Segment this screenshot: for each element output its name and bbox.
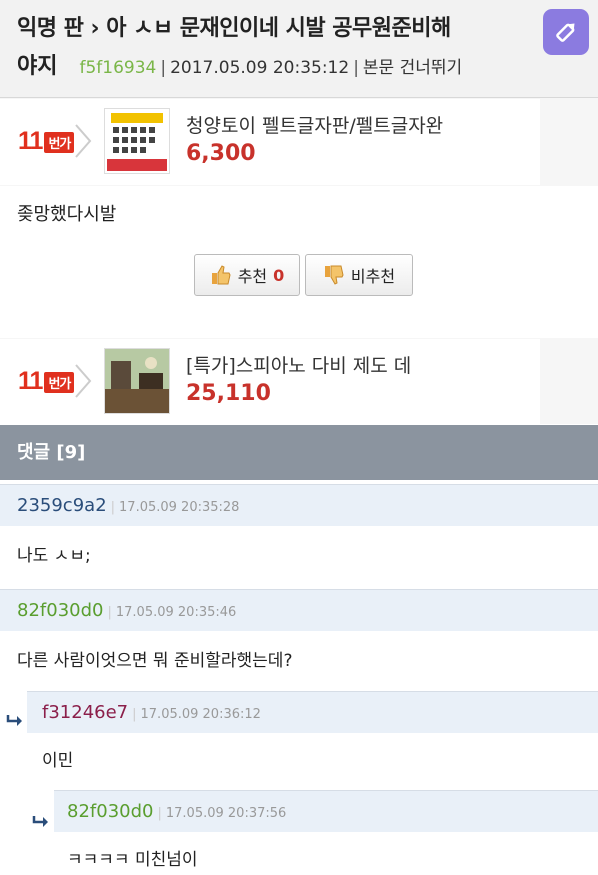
upvote-button[interactable]: 추천 0 [194,254,300,296]
downvote-label: 비추천 [350,267,396,286]
chevron-right-icon [75,124,92,158]
meta-separator: | [110,500,116,515]
ad-product-image [104,348,170,414]
ad-banner[interactable]: 11 번가 청양토이 펠트글자판/펠트글자완 6,300 [0,99,540,185]
comment-author-id[interactable]: 2359c9a2 [17,495,107,516]
comment-text: 다른 사람이엇으면 뭐 준비할라햇는데? [17,651,293,671]
author-id[interactable]: f5f16934 [79,49,156,87]
upvote-label: 추천 [237,267,268,286]
comment-header: 82f030d0 | 17.05.09 20:37:56 [54,790,598,832]
comment-date: 17.05.09 20:36:12 [140,707,261,722]
comment-date: 17.05.09 20:37:56 [165,806,287,821]
upvote-count: 0 [273,265,285,285]
post-date: 2017.05.09 20:35:12 [170,58,350,78]
meta-separator: | [353,58,359,78]
ad-logo: 11 번가 [18,367,75,396]
comment-text: 이민 [42,751,74,771]
ad-logo-number: 11 [18,127,43,155]
comment-author-id[interactable]: 82f030d0 [67,801,153,822]
comment-author-id[interactable]: 82f030d0 [17,600,103,621]
comment-header: f31246e7 | 17.05.09 20:36:12 [27,691,598,733]
comment-date: 17.05.09 20:35:28 [119,500,240,515]
ad-logo-number: 11 [18,367,43,395]
ad-logo-tag: 번가 [44,371,75,393]
ad-product-name: [특가]스피아노 다비 제도 데 [186,355,412,377]
meta-separator: | [132,707,137,722]
ad-logo-tag: 번가 [44,131,75,153]
post-title: 익명 판 › 아 ㅅㅂ 문재인이네 시발 공무원준비해 [17,16,451,41]
post-body: 좆망했다시발 [17,204,117,225]
post-title-continued: 야지 [17,54,58,79]
comments-header: 댓글 [9] [0,425,598,480]
chevron-right-icon [75,364,92,398]
skip-body-link[interactable]: 본문 건너뛰기 [363,49,462,87]
thumbs-down-icon [324,265,344,285]
comment-header: 82f030d0 | 17.05.09 20:35:46 [0,589,598,631]
ad-product-price: 25,110 [186,381,271,406]
ad-product-price: 6,300 [186,141,256,166]
thumbs-up-icon [211,265,231,285]
comment-header: 2359c9a2 | 17.05.09 20:35:28 [0,484,598,526]
comment-text: 나도 ㅅㅂ; [17,546,91,566]
comment-author-id[interactable]: f31246e7 [42,702,128,723]
post-meta: 야지 f5f16934 | 2017.05.09 20:35:12 | 본문 건… [17,48,462,87]
downvote-button[interactable]: 비추천 [305,254,413,296]
ad-banner[interactable]: 11 번가 [특가]스피아노 다비 제도 데 25,110 [0,339,540,425]
reply-arrow-icon [6,715,22,726]
edit-button[interactable] [543,9,589,55]
meta-separator: | [107,605,112,620]
post-header: 익명 판 › 아 ㅅㅂ 문재인이네 시발 공무원준비해 야지 f5f16934 … [0,0,598,98]
pencil-icon [556,23,575,42]
comment-date: 17.05.09 20:35:46 [115,605,237,620]
ad-logo: 11 번가 [18,127,75,156]
ad-product-image [104,108,170,174]
meta-separator: | [160,58,167,78]
comment-text: ㅋㅋㅋㅋ 미친넘이 [67,850,198,870]
reply-arrow-icon [32,816,48,827]
ad-product-name: 청양토이 펠트글자판/펠트글자완 [186,115,444,137]
meta-separator: | [157,806,162,821]
